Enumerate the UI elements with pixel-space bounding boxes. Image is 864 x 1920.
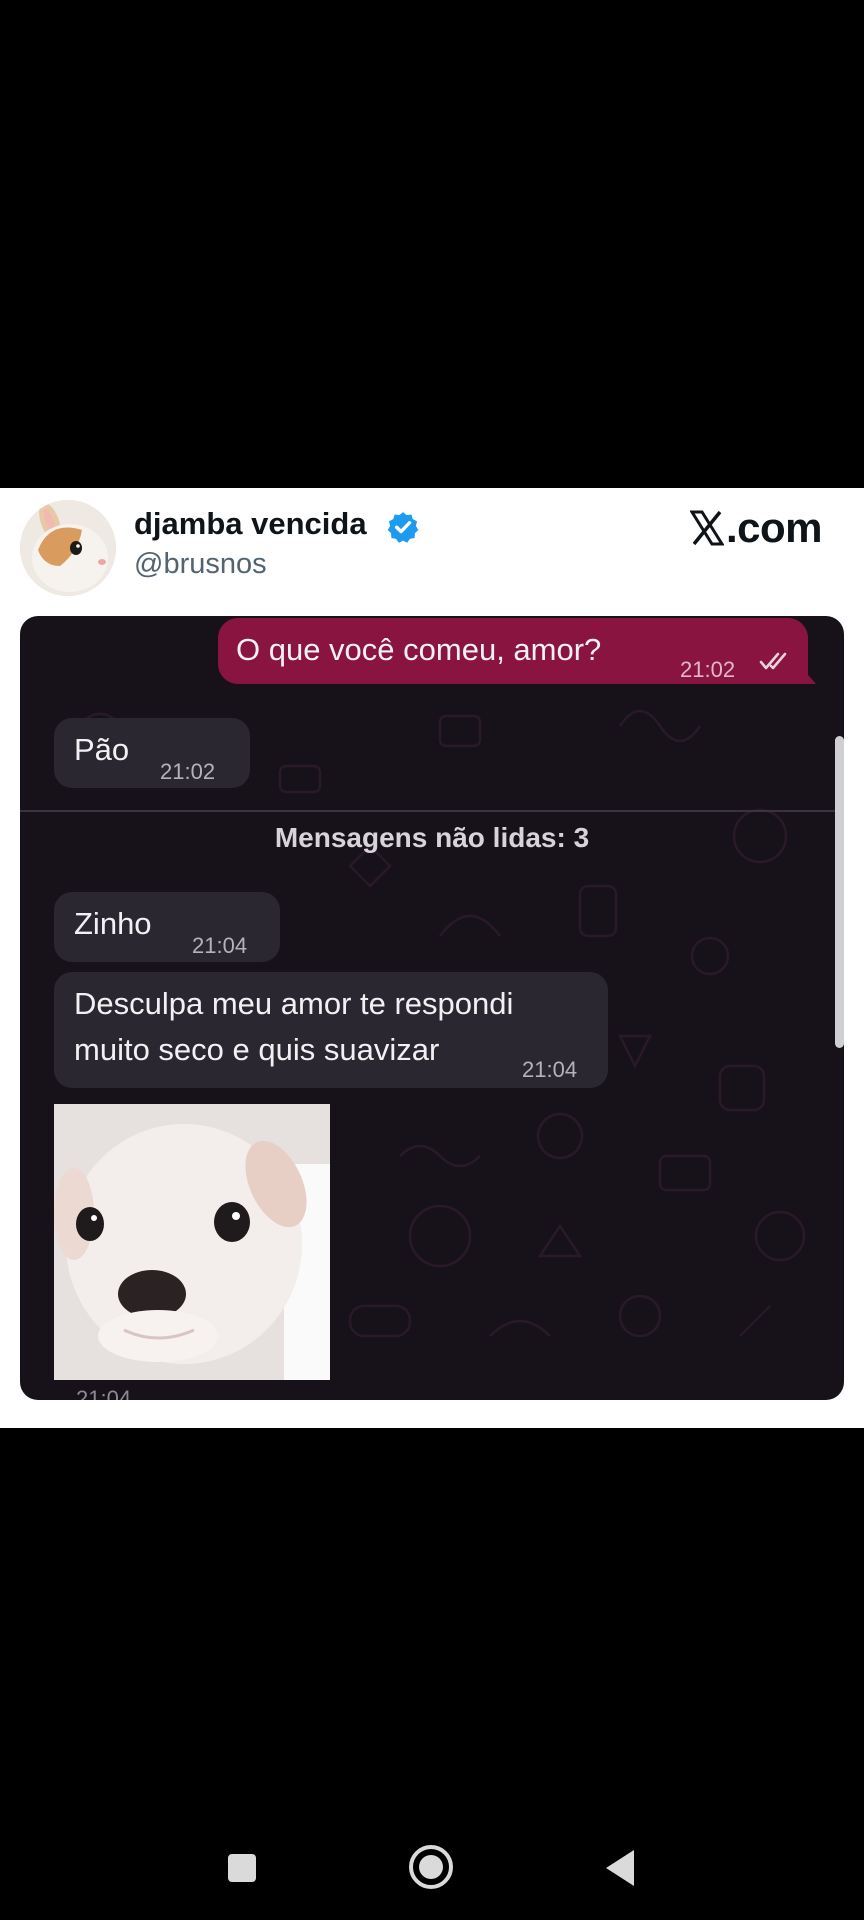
- puppy-sticker-icon: [54, 1104, 330, 1380]
- message-text: O que você comeu, amor?: [236, 632, 602, 667]
- x-logo-icon: [689, 508, 725, 546]
- square-recents-icon: [228, 1854, 256, 1882]
- message-time: 21:04: [522, 1057, 578, 1082]
- back-button[interactable]: [602, 1848, 638, 1888]
- x-logo[interactable]: .com: [689, 504, 823, 552]
- chat-scrollbar[interactable]: [835, 736, 844, 1048]
- author-name[interactable]: djamba vencida: [134, 506, 367, 542]
- post-card: djamba vencida @brusnos .com O que você …: [0, 488, 864, 1428]
- chat-screenshot: O que você comeu, amor? 21:02 Pão 21:02 …: [20, 616, 844, 1400]
- unread-divider: [20, 810, 844, 812]
- outgoing-bubble-tail: [802, 668, 816, 684]
- circle-home-icon: [409, 1845, 453, 1889]
- message-text: Zinho: [74, 906, 152, 941]
- bunny-avatar-icon: [20, 500, 116, 596]
- sticker-time: 21:04: [76, 1386, 132, 1400]
- outgoing-message[interactable]: O que você comeu, amor? 21:02: [218, 618, 808, 684]
- double-check-icon: [759, 652, 787, 670]
- message-time: 21:04: [192, 933, 248, 958]
- verified-badge-icon: [387, 512, 419, 543]
- android-navigation-bar: [0, 1818, 864, 1920]
- puppy-sticker[interactable]: [54, 1104, 330, 1380]
- unread-messages-label: Mensagens não lidas: 3: [274, 822, 590, 853]
- recents-button[interactable]: [226, 1852, 258, 1884]
- message-text-line: Desculpa meu amor te respondi: [74, 986, 514, 1021]
- x-logo-domain: .com: [726, 504, 823, 551]
- author-handle[interactable]: @brusnos: [134, 548, 267, 581]
- triangle-back-icon: [606, 1850, 634, 1886]
- message-text: Pão: [74, 732, 130, 767]
- message-time: 21:02: [680, 657, 736, 682]
- author-avatar[interactable]: [20, 500, 116, 596]
- incoming-message[interactable]: Desculpa meu amor te respondi muito seco…: [54, 972, 608, 1088]
- incoming-message[interactable]: Pão 21:02: [54, 718, 250, 788]
- incoming-message[interactable]: Zinho 21:04: [54, 892, 280, 962]
- message-text-line: muito seco e quis suavizar: [74, 1032, 440, 1067]
- home-button[interactable]: [408, 1844, 454, 1890]
- message-time: 21:02: [160, 759, 216, 784]
